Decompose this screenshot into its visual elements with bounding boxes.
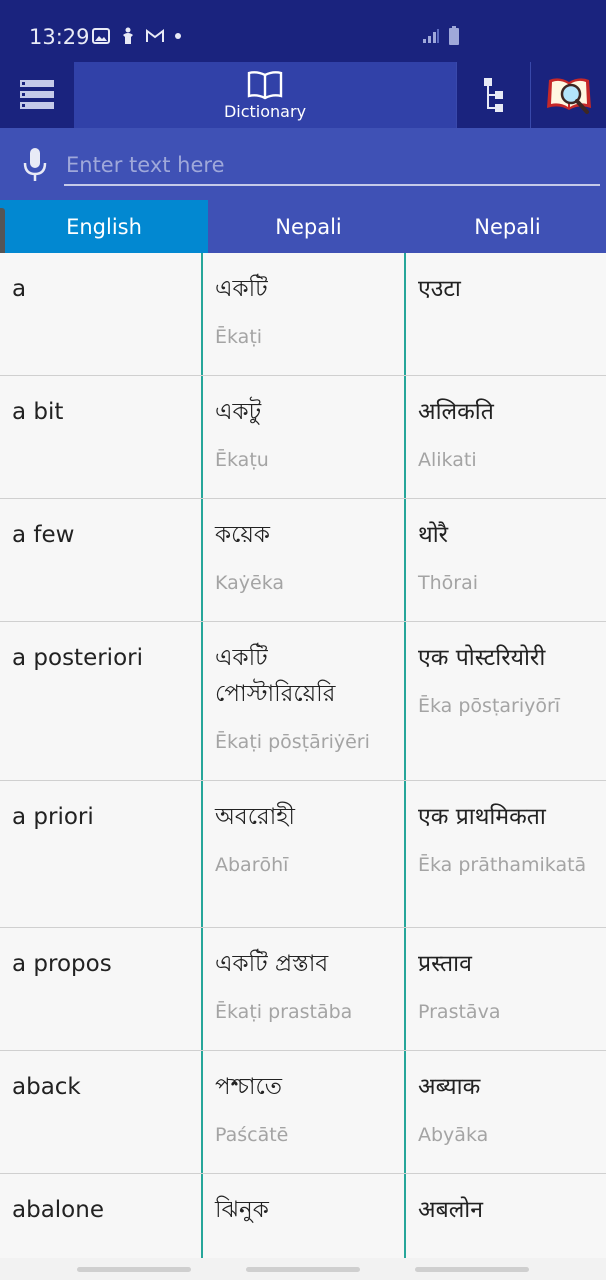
nepali-romanization: Prastāva [418, 1001, 501, 1023]
bengali-romanization: Abarōhī [215, 854, 289, 876]
nepali-romanization: Thōrai [418, 572, 479, 594]
menu-button[interactable] [0, 62, 74, 128]
tab-dictionary[interactable]: Dictionary [74, 62, 456, 128]
bengali-translation: পশ্চাতে [215, 1074, 283, 1100]
app-toolbar: Dictionary [0, 62, 606, 128]
nepali-romanization: Abyāka [418, 1124, 489, 1146]
bengali-romanization: Ēkaṭi pōsṭāriẏēri [215, 731, 370, 753]
nepali-translation: थोरै [418, 522, 449, 548]
hierarchy-button[interactable] [456, 62, 530, 128]
battery-icon [449, 26, 459, 45]
hierarchy-icon [483, 78, 503, 112]
voice-input-button[interactable] [20, 146, 50, 188]
english-word: a [12, 276, 27, 302]
english-word: a few [12, 522, 75, 548]
nepali-translation: प्रस्ताव [418, 951, 472, 977]
tab-nepali-2[interactable]: Nepali [409, 200, 606, 253]
gallery-icon [92, 28, 110, 44]
bengali-romanization: Ēkaṭu [215, 449, 269, 471]
status-bar: 13:29 [0, 0, 606, 62]
search-input[interactable] [64, 146, 600, 186]
nav-back-handle[interactable] [415, 1267, 529, 1272]
table-row[interactable]: abalone ঝিনুক अबलोन [0, 1174, 606, 1258]
tab-dictionary-label: Dictionary [223, 101, 307, 121]
nepali-translation: एक पोस्टरियोरी [418, 645, 546, 671]
tab-english[interactable]: English [0, 200, 208, 253]
bengali-romanization: Kaẏēka [215, 572, 285, 594]
bengali-translation: অবরোহী [215, 804, 295, 830]
book-search-icon [546, 78, 591, 114]
nav-recents-handle[interactable] [77, 1267, 191, 1272]
nepali-translation: एक प्राथमिकता [418, 804, 546, 830]
english-word: a bit [12, 399, 64, 425]
table-row[interactable]: a propos একটি প্রস্তাব Ēkaṭi prastāba प्र… [0, 928, 606, 1051]
table-row[interactable]: aback পশ্চাতে Paścātē अब्याक Abyāka [0, 1051, 606, 1174]
nepali-romanization: Alikati [418, 449, 477, 471]
nepali-translation: अबलोन [418, 1197, 484, 1223]
list-menu-icon [20, 80, 54, 109]
english-word: a priori [12, 804, 94, 830]
bengali-translation: একটি পোস্টারিয়েরি [215, 645, 336, 707]
bengali-romanization: Ēkaṭi [215, 326, 263, 348]
tab-nepali-1[interactable]: Nepali [208, 200, 409, 253]
nepali-translation: अलिकति [418, 399, 494, 425]
nav-home-handle[interactable] [246, 1267, 360, 1272]
signal-icon [423, 29, 439, 43]
microphone-icon [23, 148, 47, 181]
bengali-romanization: Paścātē [215, 1124, 289, 1146]
bengali-translation: একটি প্রস্তাব [215, 951, 329, 977]
bengali-translation: একটু [215, 399, 262, 425]
dot-icon [175, 33, 181, 39]
book-search-button[interactable] [530, 62, 606, 128]
system-icons [422, 26, 460, 46]
english-word: abalone [12, 1197, 104, 1223]
table-row[interactable]: a একটি Ēkaṭi एउटा [0, 253, 606, 376]
gmail-icon [146, 29, 164, 42]
system-nav-bar [0, 1258, 606, 1280]
bengali-translation: ঝিনুক [215, 1197, 269, 1223]
bengali-romanization: Ēkaṭi prastāba [215, 1001, 353, 1023]
english-word: a posteriori [12, 645, 143, 671]
status-time: 13:29 [29, 25, 90, 49]
table-row[interactable]: a posteriori একটি পোস্টারিয়েরি Ēkaṭi pōs… [0, 622, 606, 781]
nepali-romanization: Ēka pōsṭariyōrī [418, 695, 561, 717]
table-row[interactable]: a few কয়েক Kaẏēka थोरै Thōrai [0, 499, 606, 622]
bengali-translation: কয়েক [215, 522, 270, 548]
open-book-icon [247, 70, 283, 99]
search-bar [0, 128, 606, 200]
nepali-romanization: Ēka prāthamikatā [418, 854, 587, 876]
english-word: aback [12, 1074, 81, 1100]
accessibility-icon [123, 27, 133, 44]
nepali-translation: अब्याक [418, 1074, 481, 1100]
notification-icons [92, 27, 182, 45]
table-row[interactable]: a priori অবরোহী Abarōhī एक प्राथमिकता Ēka … [0, 781, 606, 928]
bengali-translation: একটি [215, 276, 268, 302]
table-row[interactable]: a bit একটু Ēkaṭu अलिकति Alikati [0, 376, 606, 499]
english-word: a propos [12, 951, 112, 977]
language-tabs: English Nepali Nepali [0, 200, 606, 253]
nepali-translation: एउटा [418, 276, 461, 302]
word-list: a একটি Ēkaṭi एउटा a bit একটু Ēkaṭu अलिकति A… [0, 253, 606, 1258]
